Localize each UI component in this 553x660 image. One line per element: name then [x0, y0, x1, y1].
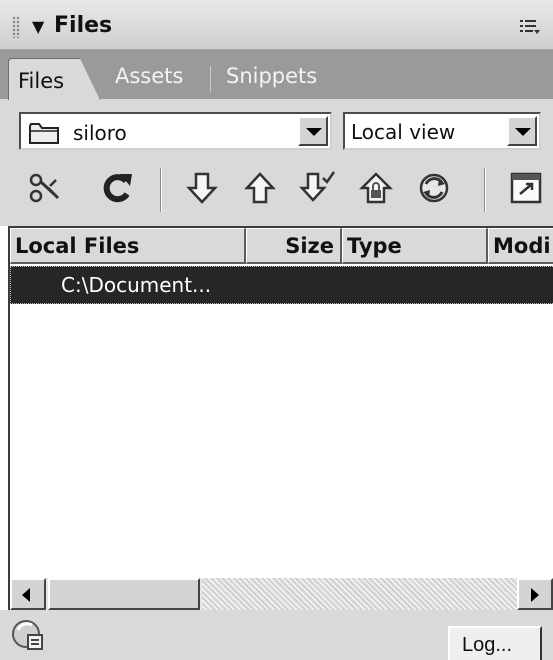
- get-button[interactable]: [182, 168, 222, 208]
- site-select-value: siloro: [73, 121, 127, 145]
- folder-icon: [29, 123, 59, 144]
- site-select[interactable]: siloro: [19, 112, 332, 150]
- column-header: Local Files Size Type Modi: [10, 228, 553, 264]
- tab-snippets[interactable]: Snippets: [226, 64, 317, 88]
- triangle-down-icon[interactable]: ▼: [32, 17, 44, 36]
- check-in-button[interactable]: [356, 168, 396, 208]
- scroll-track[interactable]: [202, 578, 517, 610]
- expand-panel-button[interactable]: [506, 168, 546, 208]
- view-dropdown-button[interactable]: [507, 116, 537, 146]
- toolbar-separator: [484, 168, 486, 212]
- expand-panel-icon: [510, 172, 542, 204]
- get-icon: [186, 172, 218, 204]
- panel-options-menu-icon[interactable]: [519, 18, 541, 36]
- column-size[interactable]: Size: [246, 228, 342, 264]
- tab-assets[interactable]: Assets: [115, 64, 183, 88]
- toolbar-separator: [160, 168, 162, 212]
- scroll-left-button[interactable]: [10, 578, 46, 610]
- status-bar: Log...: [0, 610, 553, 660]
- view-select[interactable]: Local view: [343, 112, 541, 150]
- horizontal-scrollbar[interactable]: [8, 578, 553, 610]
- column-modified[interactable]: Modi: [488, 228, 553, 264]
- site-dropdown-button[interactable]: [298, 116, 328, 146]
- scroll-right-button[interactable]: [517, 578, 553, 610]
- refresh-icon: [103, 174, 132, 203]
- list-item-label: C:\Document...: [61, 273, 212, 297]
- check-out-button[interactable]: [298, 168, 338, 208]
- view-select-value: Local view: [351, 120, 456, 144]
- gripper-icon[interactable]: [12, 16, 20, 38]
- check-out-icon: [299, 171, 336, 202]
- files-toolbar: [0, 160, 553, 226]
- scroll-thumb[interactable]: [48, 578, 200, 610]
- panel-title: Files: [54, 13, 113, 38]
- connect-button[interactable]: [24, 168, 64, 208]
- check-in-icon: [358, 172, 394, 204]
- column-type[interactable]: Type: [342, 228, 488, 264]
- site-view-row: siloro Local view: [0, 100, 553, 160]
- log-button[interactable]: Log...: [448, 626, 542, 660]
- refresh-button[interactable]: [96, 168, 136, 208]
- tab-divider: [210, 66, 211, 92]
- put-icon: [244, 172, 276, 204]
- file-list[interactable]: Local Files Size Type Modi C:\Document..…: [8, 226, 553, 582]
- synchronize-button[interactable]: [414, 168, 454, 208]
- connect-icon: [29, 173, 60, 203]
- synchronize-icon: [419, 173, 449, 203]
- tab-files[interactable]: Files: [8, 58, 100, 100]
- tab-strip: Files Assets Snippets: [0, 50, 553, 100]
- put-button[interactable]: [240, 168, 280, 208]
- panel-title-bar[interactable]: ▼ Files: [0, 0, 553, 50]
- list-item[interactable]: C:\Document...: [10, 266, 553, 304]
- column-local-files[interactable]: Local Files: [10, 228, 246, 264]
- site-status-icon[interactable]: [10, 618, 46, 652]
